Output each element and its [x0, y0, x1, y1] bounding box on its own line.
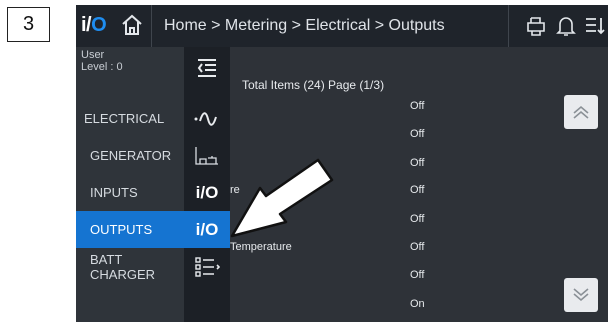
row-value: Off [410, 128, 425, 140]
user-level: Level : 0 [81, 61, 123, 73]
sidebar-item-label: OUTPUTS [90, 222, 153, 237]
breadcrumb: Home > Metering > Electrical > Outputs [164, 17, 445, 34]
main-content: Total Items (24) Page (1/3) Off Off Off … [230, 47, 608, 322]
row-value: Off [410, 213, 425, 225]
chevron-up-icon [573, 105, 589, 119]
sidebar-item-label: INPUTS [90, 185, 138, 200]
sidebar: User Level : 0 ELECTRICAL GENERATOR INPU… [76, 47, 184, 322]
menu-icon[interactable] [584, 15, 606, 42]
row-value: On [410, 298, 425, 310]
sidebar-item-label: ELECTRICAL [84, 111, 165, 126]
row-value: Off [410, 269, 425, 281]
scroll-down-button[interactable] [564, 278, 598, 312]
sidebar-item-inputs[interactable]: INPUTS [76, 174, 184, 211]
row-value: Off [410, 157, 425, 169]
top-bar-divider-right [508, 5, 509, 47]
total-items: Total Items (24) Page (1/3) [242, 78, 385, 92]
user-label: User [81, 49, 105, 61]
sidebar-item-batt-charger[interactable]: BATT CHARGER [76, 248, 184, 285]
io-text: i/ [195, 182, 206, 202]
user-info: User Level : 0 [81, 49, 123, 73]
bell-icon[interactable] [555, 14, 577, 43]
inputs-io-icon[interactable]: i/O [184, 174, 230, 211]
sine-wave-icon[interactable] [184, 100, 230, 137]
step-number-box: 3 [7, 7, 50, 42]
top-bar: i/O Home > Metering > Electrical > Outpu… [76, 5, 608, 47]
row-name: re [230, 184, 240, 196]
sidebar-item-label: GENERATOR [90, 148, 172, 163]
sidebar-item-generator[interactable]: GENERATOR [76, 137, 184, 174]
outputs-io-icon[interactable]: i/O [184, 211, 230, 248]
io-text: O [205, 219, 219, 239]
logo-text-o: O [91, 14, 107, 36]
step-number: 3 [22, 13, 35, 35]
row-name: Temperature [230, 241, 292, 253]
logo-text-i: i/ [81, 14, 92, 36]
list-icon[interactable] [184, 248, 230, 285]
sidebar-item-outputs[interactable]: OUTPUTS [76, 211, 184, 248]
scroll-up-button[interactable] [564, 95, 598, 129]
app-screen: i/O Home > Metering > Electrical > Outpu… [76, 5, 608, 322]
io-text: O [205, 182, 219, 202]
sidebar-item-electrical[interactable]: ELECTRICAL [76, 100, 184, 137]
row-value: Off [410, 241, 425, 253]
generator-chart-icon[interactable] [184, 137, 230, 174]
chevron-down-icon [573, 288, 589, 302]
home-icon[interactable] [120, 13, 144, 42]
row-value: Off [410, 100, 425, 112]
icon-column: i/O i/O [184, 47, 230, 322]
sidebar-item-label: BATT CHARGER [90, 251, 156, 282]
io-text: i/ [195, 219, 206, 239]
io-logo[interactable]: i/O [81, 14, 107, 37]
printer-icon[interactable] [526, 15, 548, 42]
row-value: Off [410, 184, 425, 196]
top-bar-divider [151, 5, 152, 47]
collapse-icon[interactable] [184, 49, 230, 86]
